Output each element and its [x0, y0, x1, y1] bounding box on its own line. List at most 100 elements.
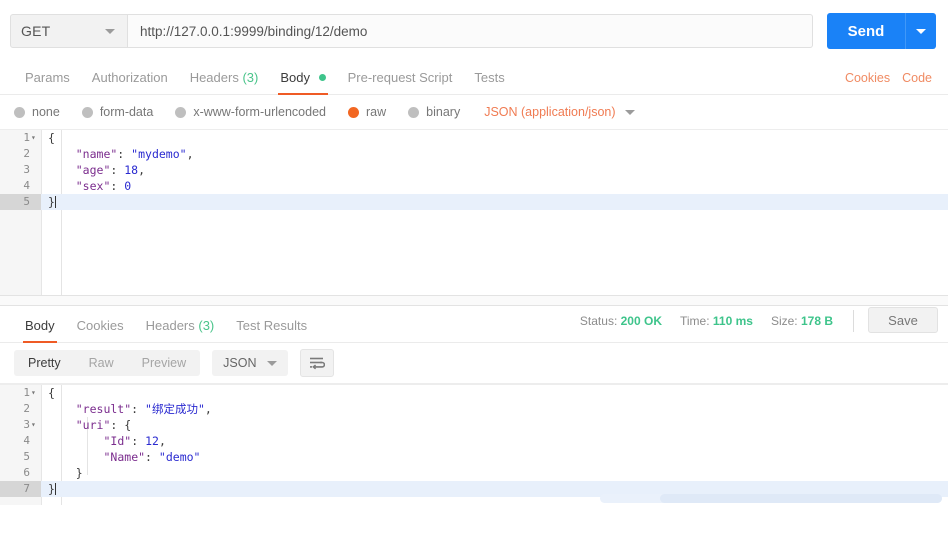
- pane-splitter[interactable]: [0, 295, 948, 306]
- tab-params[interactable]: Params: [14, 70, 81, 94]
- scrollbar-thumb[interactable]: [660, 494, 942, 503]
- response-meta: Status: 200 OK Time: 110 ms Size: 178 B …: [562, 307, 938, 342]
- code-line[interactable]: 6 }: [0, 465, 948, 481]
- size-value: 178 B: [800, 314, 833, 328]
- line-number: 5: [0, 194, 41, 210]
- request-url-input[interactable]: [128, 14, 813, 48]
- line-number: 2: [23, 402, 30, 415]
- tab-pre-request-script[interactable]: Pre-request Script: [337, 70, 464, 94]
- code-line[interactable]: 4 "Id": 12,: [0, 433, 948, 449]
- tab-headers[interactable]: Headers (3): [179, 70, 270, 94]
- send-options-button[interactable]: [905, 13, 936, 49]
- code-link[interactable]: Code: [896, 71, 938, 94]
- tab-label: Params: [25, 70, 70, 85]
- code-line[interactable]: 4 "sex": 0: [0, 178, 948, 194]
- response-code-area[interactable]: 1 ▾{2 "result": "绑定成功", 3 ▾ "uri": {4 "Id":…: [0, 385, 948, 505]
- response-view-mode-group: Pretty Raw Preview: [14, 350, 201, 376]
- horizontal-scrollbar[interactable]: [600, 494, 942, 503]
- radio-label: x-www-form-urlencoded: [193, 105, 326, 119]
- body-type-binary[interactable]: binary: [408, 105, 460, 119]
- code-text: "sex": 0: [75, 179, 132, 193]
- size-label: Size:: [770, 314, 798, 328]
- tab-authorization[interactable]: Authorization: [81, 70, 179, 94]
- send-button[interactable]: Send: [827, 13, 905, 49]
- request-url-bar: GET Send: [0, 0, 948, 53]
- fold-toggle-icon[interactable]: ▾: [31, 130, 41, 146]
- response-format-select[interactable]: JSON: [212, 350, 289, 376]
- tab-label: Pre-request Script: [347, 70, 453, 85]
- tab-body[interactable]: Body: [269, 70, 336, 95]
- tab-label: Headers: [145, 318, 195, 333]
- radio-icon: [408, 106, 420, 118]
- chevron-down-icon: [105, 28, 115, 34]
- radio-icon: [175, 106, 187, 118]
- body-type-raw[interactable]: raw: [348, 105, 386, 119]
- code-line[interactable]: 3 "age": 18,: [0, 162, 948, 178]
- code-line[interactable]: 2 "result": "绑定成功",: [0, 401, 948, 417]
- tab-label: Test Results: [236, 318, 308, 333]
- line-number: 6: [23, 466, 30, 479]
- status-meta: Status: 200 OK: [580, 314, 662, 328]
- request-code-area[interactable]: 1 ▾{2 "name": "mydemo", 3 "age": 18, 4 "sex…: [0, 130, 948, 295]
- text-cursor: [54, 483, 56, 495]
- view-mode-pretty[interactable]: Pretty: [14, 350, 75, 376]
- postman-window: GET Send Params Authorization Headers (3…: [0, 0, 948, 538]
- view-mode-preview[interactable]: Preview: [128, 350, 200, 376]
- chevron-down-icon: [916, 28, 926, 34]
- line-number: 4: [23, 434, 30, 447]
- body-type-urlencoded[interactable]: x-www-form-urlencoded: [175, 105, 326, 119]
- response-tab-test-results[interactable]: Test Results: [225, 318, 318, 342]
- code-text: }: [48, 482, 56, 496]
- line-number: 5: [23, 450, 30, 463]
- headers-count: (3): [242, 70, 259, 85]
- code-text: "age": 18,: [75, 163, 146, 177]
- word-wrap-button[interactable]: [300, 349, 335, 377]
- code-text: "name": "mydemo",: [75, 147, 194, 161]
- radio-label: none: [32, 105, 60, 119]
- body-type-row: none form-data x-www-form-urlencoded raw…: [0, 95, 948, 129]
- http-method-select[interactable]: GET: [10, 14, 128, 48]
- tab-label: Body: [280, 70, 310, 85]
- code-line[interactable]: 5 "Name": "demo": [0, 449, 948, 465]
- response-body-editor[interactable]: 1 ▾{2 "result": "绑定成功", 3 ▾ "uri": {4 "Id":…: [0, 384, 948, 505]
- request-body-editor[interactable]: 1 ▾{2 "name": "mydemo", 3 "age": 18, 4 "sex…: [0, 129, 948, 295]
- code-line[interactable]: 5}: [0, 194, 948, 210]
- chevron-down-icon: [267, 360, 278, 366]
- radio-icon: [81, 106, 93, 118]
- save-response-button[interactable]: Save: [868, 307, 938, 333]
- response-format-value: JSON: [223, 356, 257, 370]
- tab-label: Body: [25, 318, 55, 333]
- response-tab-headers[interactable]: Headers (3): [135, 318, 226, 342]
- response-tab-body[interactable]: Body: [14, 318, 66, 343]
- fold-toggle-icon[interactable]: ▾: [31, 417, 41, 433]
- view-mode-raw[interactable]: Raw: [75, 350, 128, 376]
- radio-icon: [14, 106, 25, 118]
- body-type-form-data[interactable]: form-data: [81, 105, 153, 119]
- fold-toggle-icon[interactable]: ▾: [31, 385, 41, 401]
- content-type-value: JSON (application/json): [484, 105, 616, 119]
- tab-tests[interactable]: Tests: [463, 70, 515, 94]
- code-text: }: [48, 195, 56, 209]
- code-text: "Name": "demo": [103, 450, 201, 464]
- body-type-none[interactable]: none: [14, 105, 60, 119]
- code-text: {: [48, 131, 55, 145]
- radio-label: binary: [426, 105, 461, 119]
- code-line[interactable]: 3 ▾ "uri": {: [0, 417, 948, 433]
- time-label: Time:: [679, 314, 710, 328]
- response-tab-cookies[interactable]: Cookies: [66, 318, 135, 342]
- code-text: "result": "绑定成功",: [75, 402, 212, 416]
- tab-label: Headers: [189, 70, 239, 85]
- code-line[interactable]: 1 ▾ {: [0, 385, 948, 401]
- line-number: 1: [23, 386, 30, 399]
- code-line[interactable]: 2 "name": "mydemo",: [0, 146, 948, 162]
- code-line[interactable]: 1 ▾ {: [0, 130, 948, 146]
- code-text: }: [75, 466, 83, 480]
- tab-label: Cookies: [76, 318, 124, 333]
- content-type-select[interactable]: JSON (application/json): [484, 105, 635, 119]
- status-value: 200 OK: [620, 314, 662, 328]
- request-tabs: Params Authorization Headers (3) Body Pr…: [0, 61, 948, 95]
- cookies-link[interactable]: Cookies: [839, 71, 896, 94]
- send-button-group: Send: [827, 13, 936, 49]
- line-number: 4: [23, 179, 30, 192]
- response-view-toolbar: Pretty Raw Preview JSON: [0, 343, 948, 384]
